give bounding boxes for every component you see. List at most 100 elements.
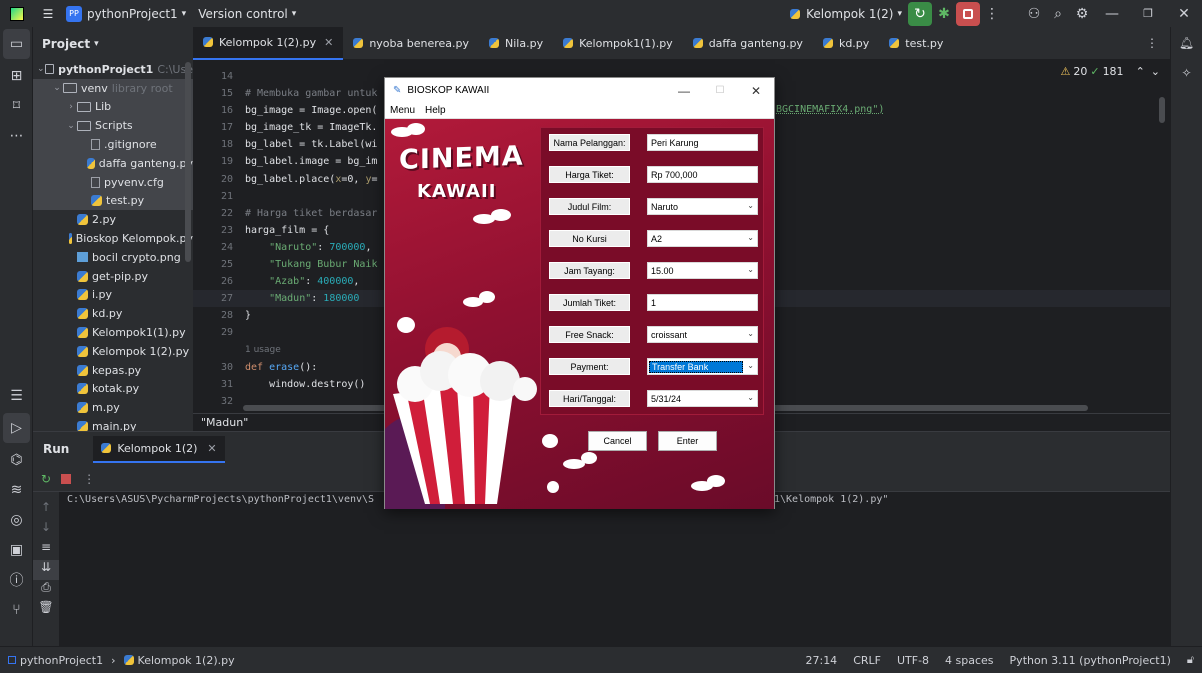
soft-wrap-icon[interactable]: ≡ bbox=[33, 540, 59, 560]
close-icon[interactable]: ✕ bbox=[324, 36, 333, 49]
code-line[interactable]: def erase(): bbox=[245, 359, 378, 376]
field-combobox[interactable]: 15.00 ⌄ bbox=[647, 262, 758, 279]
field-combobox[interactable]: A2 ⌄ bbox=[647, 230, 758, 247]
tab-4[interactable]: daffa ganteng.py bbox=[683, 27, 813, 60]
chevron-down-icon[interactable]: ⌄ bbox=[747, 265, 754, 274]
tree-item[interactable]: daffa ganteng.py bbox=[33, 153, 193, 173]
tree-item[interactable]: ⌄ Scripts bbox=[33, 116, 193, 136]
arrow-down-icon[interactable]: ↓ bbox=[33, 520, 59, 540]
tree-item[interactable]: Kelompok1(1).py bbox=[33, 323, 193, 342]
code-line[interactable]: bg_label.place(x=0, y= bbox=[245, 171, 378, 188]
tree-item[interactable]: › Lib bbox=[33, 97, 193, 117]
restore-icon[interactable]: ❐ bbox=[1130, 2, 1166, 26]
tree-item[interactable]: bocil crypto.png bbox=[33, 248, 193, 267]
more-icon[interactable]: ⋮ bbox=[83, 472, 95, 486]
menu-menu[interactable]: Menu bbox=[385, 105, 420, 116]
status-file[interactable]: Kelompok 1(2).py bbox=[116, 654, 243, 667]
problems-icon[interactable]: ⓘ bbox=[0, 565, 33, 595]
tree-item[interactable]: m.py bbox=[33, 398, 193, 417]
tree-item[interactable]: i.py bbox=[33, 286, 193, 305]
field-entry[interactable]: Peri Karung bbox=[647, 134, 758, 151]
tab-6[interactable]: test.py bbox=[879, 27, 953, 60]
code-line[interactable]: bg_label.image = bg_im bbox=[245, 153, 378, 170]
project-switcher[interactable]: PP pythonProject1 ▾ bbox=[60, 0, 192, 27]
field-combobox[interactable]: 5/31/24 ⌄ bbox=[647, 390, 758, 407]
rerun-icon[interactable]: ↻ bbox=[41, 472, 51, 486]
run-config-selector[interactable]: Kelompok 1(2) ▾ bbox=[784, 0, 908, 27]
arrow-up-icon[interactable]: ↑ bbox=[33, 500, 59, 520]
tab-1[interactable]: nyoba benerea.py bbox=[343, 27, 479, 60]
chevron-down-icon[interactable]: ⌄ bbox=[65, 121, 77, 131]
print-icon[interactable]: ⎙ bbox=[33, 580, 59, 600]
tree-item[interactable]: kotak.py bbox=[33, 380, 193, 399]
settings-icon[interactable]: ⚙ bbox=[1070, 2, 1094, 26]
field-combobox[interactable]: Naruto ⌄ bbox=[647, 198, 758, 215]
main-menu-icon[interactable]: ☰ bbox=[36, 0, 60, 27]
code-line[interactable]: } bbox=[245, 307, 378, 324]
chevron-down-icon[interactable]: ⌄ bbox=[747, 201, 754, 210]
python-console-icon[interactable]: ⌬ bbox=[0, 445, 33, 475]
tab-2[interactable]: Nila.py bbox=[479, 27, 553, 60]
more-tools-icon[interactable]: ⋯ bbox=[0, 121, 33, 151]
chevron-down-icon[interactable]: ⌄ bbox=[37, 64, 45, 74]
layers-icon[interactable]: ≋ bbox=[0, 475, 33, 505]
chevron-down-icon[interactable]: ⌄ bbox=[51, 83, 63, 93]
code-line[interactable]: bg_image = Image.open( bbox=[245, 102, 378, 119]
code-line[interactable]: harga_film = { bbox=[245, 222, 378, 239]
tabs-more-icon[interactable]: ⋮ bbox=[1146, 36, 1170, 50]
code-line[interactable]: # Membuka gambar untuk bbox=[245, 85, 378, 102]
account-icon[interactable]: ⚇ bbox=[1022, 2, 1046, 26]
tree-item[interactable]: pyvenv.cfg bbox=[33, 172, 193, 192]
inspection-widget[interactable]: ⚠ 20 ✓ 181 ⌃ ⌄ bbox=[1060, 65, 1160, 78]
code-line[interactable]: "Azab": 400000, bbox=[245, 273, 378, 290]
services-icon[interactable]: ◎ bbox=[0, 505, 33, 535]
maximize-icon[interactable]: ☐ bbox=[702, 85, 738, 96]
file-encoding[interactable]: UTF-8 bbox=[889, 654, 937, 667]
tree-item[interactable]: main.py bbox=[33, 417, 193, 431]
code-line[interactable]: 1 usage bbox=[245, 342, 378, 359]
field-combobox[interactable]: croissant ⌄ bbox=[647, 326, 758, 343]
structure-icon[interactable]: ⊞ bbox=[0, 61, 33, 91]
code-line[interactable]: # Harga tiket berdasar bbox=[245, 205, 378, 222]
caret-position[interactable]: 27:14 bbox=[797, 654, 845, 667]
debug-icon[interactable]: ✱ bbox=[932, 2, 956, 26]
code-content[interactable]: # Membuka gambar untuk bg_image = Image.o… bbox=[245, 68, 378, 410]
line-separator[interactable]: CRLF bbox=[845, 654, 889, 667]
tab-0[interactable]: Kelompok 1(2).py ✕ bbox=[193, 26, 344, 60]
run-tool-icon[interactable]: ▷ bbox=[3, 413, 30, 443]
lock-icon[interactable]: 🔓︎ bbox=[1179, 653, 1202, 667]
project-panel-header[interactable]: Project ▾ bbox=[33, 27, 193, 60]
minimize-icon[interactable]: — bbox=[1094, 2, 1130, 26]
tree-item[interactable]: get-pip.py bbox=[33, 267, 193, 286]
tree-item[interactable]: Kelompok 1(2).py bbox=[33, 342, 193, 361]
run-config-tab[interactable]: Kelompok 1(2) ✕ bbox=[93, 435, 225, 463]
code-line[interactable] bbox=[245, 188, 378, 205]
notifications-icon[interactable]: 🔔︎ bbox=[1171, 27, 1202, 59]
tree-item[interactable]: 2.py bbox=[33, 210, 193, 229]
folder-icon[interactable]: ▭ bbox=[3, 29, 30, 59]
cancel-button[interactable]: Cancel bbox=[588, 431, 647, 451]
todo-icon[interactable]: ☰ bbox=[0, 381, 33, 411]
tree-item[interactable]: test.py bbox=[33, 191, 193, 211]
chevron-down-icon[interactable]: ⌄ bbox=[747, 233, 754, 242]
stop-icon[interactable] bbox=[61, 473, 72, 484]
tree-item[interactable]: Bioskop Kelompok.py bbox=[33, 229, 193, 248]
chevron-down-icon[interactable]: ⌄ bbox=[747, 329, 754, 338]
close-icon[interactable]: ✕ bbox=[1166, 2, 1202, 26]
tab-5[interactable]: kd.py bbox=[813, 27, 879, 60]
indent-setting[interactable]: 4 spaces bbox=[937, 654, 1002, 667]
search-icon[interactable]: ⌕ bbox=[1046, 2, 1070, 26]
tree-item[interactable]: .gitignore bbox=[33, 135, 193, 154]
code-line[interactable]: "Madun": 180000 bbox=[245, 290, 378, 307]
trash-icon[interactable]: 🗑︎ bbox=[33, 600, 59, 620]
menu-help[interactable]: Help bbox=[420, 105, 451, 116]
more-icon[interactable]: ⋮ bbox=[980, 2, 1004, 26]
tree-item[interactable]: ⌄ pythonProject1 C:\Use bbox=[33, 60, 193, 79]
tree-scrollbar[interactable] bbox=[185, 62, 191, 262]
bookmark-icon[interactable]: ⌑ bbox=[0, 91, 33, 121]
code-line[interactable] bbox=[245, 68, 378, 85]
field-entry[interactable]: 1 bbox=[647, 294, 758, 311]
scroll-to-end-icon[interactable]: ⇊ bbox=[33, 560, 59, 580]
chevron-down-icon[interactable]: ⌄ bbox=[1151, 65, 1160, 78]
close-icon[interactable]: ✕ bbox=[207, 442, 216, 455]
